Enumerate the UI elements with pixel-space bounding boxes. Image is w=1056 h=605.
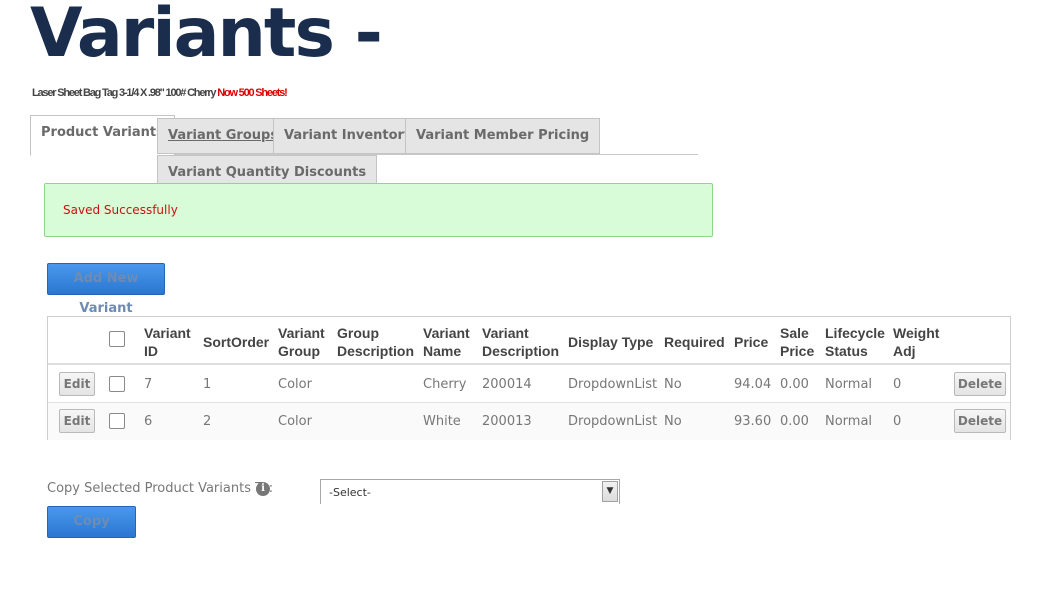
- success-message: Saved Successfully: [44, 183, 713, 237]
- cell-lifecycle-status: Normal: [825, 377, 873, 392]
- edit-button[interactable]: Edit: [59, 372, 95, 396]
- info-icon[interactable]: i: [256, 482, 270, 496]
- header-sort-order[interactable]: SortOrder: [203, 333, 269, 351]
- cell-display-type: DropdownList: [568, 414, 658, 429]
- header-sale-price[interactable]: Sale Price: [780, 324, 814, 360]
- copy-button[interactable]: Copy: [47, 506, 136, 538]
- copy-variants-label: Copy Selected Product Variants To:: [47, 481, 274, 496]
- delete-button[interactable]: Delete: [954, 409, 1006, 433]
- header-required[interactable]: Required: [664, 333, 725, 351]
- table-row: Edit 6 2 Color White 200013 DropdownList…: [48, 403, 1010, 440]
- chevron-down-icon[interactable]: ▼: [602, 481, 618, 502]
- variants-table: Variant ID SortOrder Variant Group Group De…: [47, 316, 1011, 440]
- cell-variant-group: Color: [278, 377, 312, 392]
- cell-variant-group: Color: [278, 414, 312, 429]
- header-variant-name[interactable]: Variant Name: [423, 324, 470, 360]
- header-variant-id[interactable]: Variant ID: [144, 324, 191, 360]
- cell-sort-order: 2: [203, 414, 212, 429]
- header-price[interactable]: Price: [734, 333, 768, 351]
- copy-target-select-value: -Select-: [329, 486, 371, 499]
- tab-variant-groups[interactable]: Variant Groups: [157, 118, 290, 154]
- copy-target-select[interactable]: -Select- ▼: [320, 479, 620, 504]
- cell-lifecycle-status: Normal: [825, 414, 873, 429]
- tab-product-variants[interactable]: Product Variants: [30, 115, 175, 156]
- product-name-highlight: Now 500 Sheets!: [217, 87, 288, 99]
- product-name-text: Laser Sheet Bag Tag 3-1/4 X .98" 100# Ch…: [32, 87, 218, 99]
- cell-required: No: [664, 377, 682, 392]
- cell-variant-id: 6: [144, 414, 153, 429]
- cell-weight-adj: 0: [893, 377, 902, 392]
- delete-button[interactable]: Delete: [954, 372, 1006, 396]
- cell-variant-name: Cherry: [423, 377, 467, 392]
- table-header: Variant ID SortOrder Variant Group Group De…: [48, 317, 1010, 365]
- cell-display-type: DropdownList: [568, 377, 658, 392]
- header-weight-adj[interactable]: Weight Adj: [893, 324, 939, 360]
- cell-variant-id: 7: [144, 377, 153, 392]
- tab-variant-member-pricing[interactable]: Variant Member Pricing: [405, 118, 601, 154]
- edit-button[interactable]: Edit: [59, 409, 95, 433]
- header-display-type[interactable]: Display Type: [568, 333, 653, 351]
- cell-sale-price: 0.00: [780, 377, 809, 392]
- header-group-description[interactable]: Group Description: [337, 324, 414, 360]
- tab-variant-inventory[interactable]: Variant Inventory: [273, 118, 424, 154]
- success-message-text: Saved Successfully: [63, 203, 178, 217]
- add-new-variant-button[interactable]: Add New Variant: [47, 263, 165, 316]
- cell-price: 93.60: [734, 414, 772, 429]
- cell-sale-price: 0.00: [780, 414, 809, 429]
- header-variant-description[interactable]: Variant Description: [482, 324, 559, 360]
- table-row: Edit 7 1 Color Cherry 200014 DropdownLis…: [48, 366, 1010, 403]
- cell-sort-order: 1: [203, 377, 212, 392]
- page-title: Variants -: [30, 0, 383, 73]
- product-name: Laser Sheet Bag Tag 3-1/4 X .98" 100# Ch…: [32, 87, 288, 99]
- header-lifecycle-status[interactable]: Lifecycle Status: [825, 324, 885, 360]
- row-checkbox[interactable]: [109, 376, 125, 392]
- header-variant-group[interactable]: Variant Group: [278, 324, 325, 360]
- cell-weight-adj: 0: [893, 414, 902, 429]
- cell-price: 94.04: [734, 377, 772, 392]
- select-all-checkbox[interactable]: [109, 331, 125, 347]
- cell-variant-name: White: [423, 414, 461, 429]
- cell-required: No: [664, 414, 682, 429]
- cell-variant-description: 200013: [482, 414, 532, 429]
- cell-variant-description: 200014: [482, 377, 532, 392]
- row-checkbox[interactable]: [109, 413, 125, 429]
